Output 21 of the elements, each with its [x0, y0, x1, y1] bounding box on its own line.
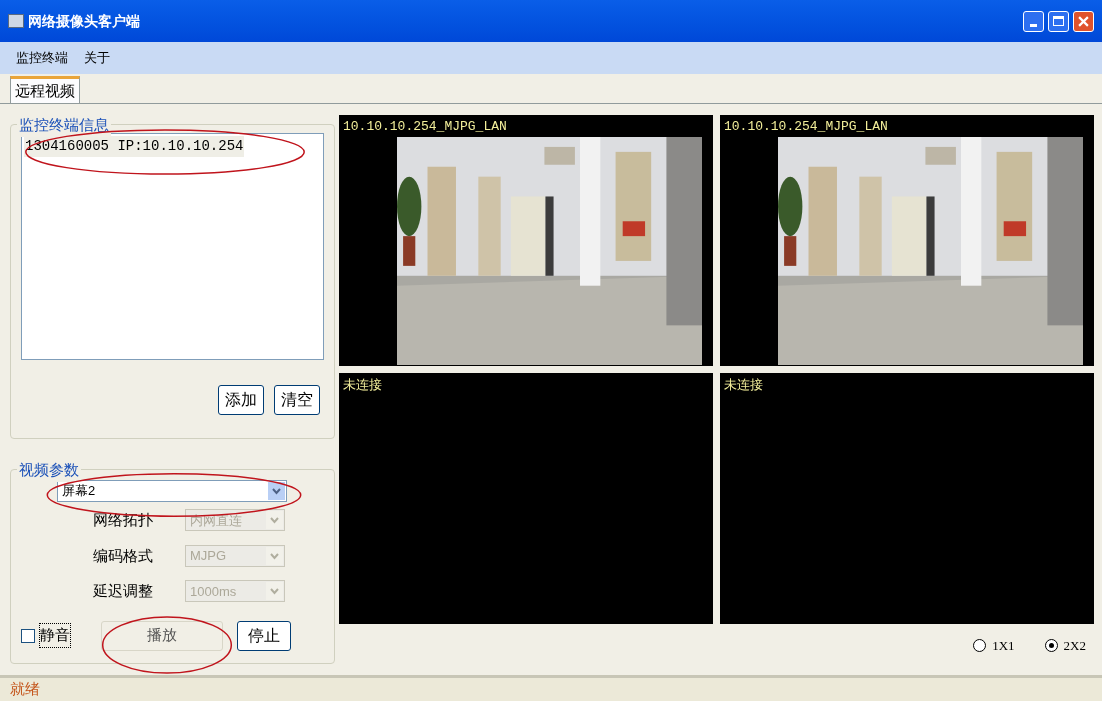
action-button[interactable]: 添加	[218, 385, 264, 415]
screen-select[interactable]: 屏幕2	[57, 480, 287, 502]
menu-item[interactable]: 监控终端	[16, 48, 68, 68]
mute-label[interactable]: 静音	[39, 623, 71, 648]
group-title: 监控终端信息	[17, 114, 111, 137]
radio-label[interactable]: 2X2	[1063, 636, 1086, 656]
radio-label[interactable]: 1X1	[992, 636, 1015, 656]
window-title: 网络摄像头客户端	[28, 11, 140, 31]
tab[interactable]: 远程视频	[10, 76, 80, 103]
group-title: 视频参数	[17, 459, 81, 482]
field-label: 延迟调整	[93, 581, 154, 601]
play-button[interactable]: 播放	[101, 620, 223, 651]
menu-item[interactable]: 关于	[84, 48, 110, 68]
stop-button[interactable]: 停止	[237, 620, 291, 651]
video-label: 未连接	[343, 376, 382, 394]
status-text: 就绪	[10, 679, 40, 700]
video-label: 10.10.10.254_MJPG_LAN	[343, 118, 507, 136]
video-label: 10.10.10.254_MJPG_LAN	[724, 118, 888, 136]
field-label: 编码格式	[93, 545, 154, 566]
video-label: 未连接	[724, 376, 763, 394]
action-button[interactable]: 清空	[274, 385, 320, 415]
